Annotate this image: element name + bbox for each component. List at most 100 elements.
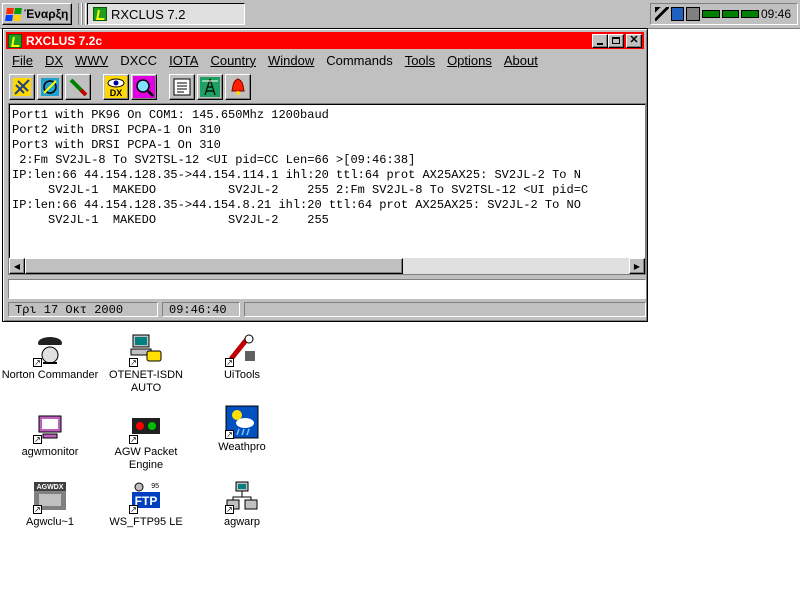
desktop-icon-norton-commander[interactable]: ↗ Norton Commander — [0, 333, 100, 382]
output-text: Port1 with PK96 On COM1: 145.650Mhz 1200… — [9, 104, 645, 228]
menu-label: WWV — [75, 52, 109, 68]
log-line: Port3 with DRSI PCPA-1 On 310 — [12, 138, 221, 152]
desktop-icon-weathpro[interactable]: ↗ Weathpro — [192, 405, 292, 454]
toolbar-tower-button[interactable] — [197, 74, 223, 100]
scroll-thumb[interactable] — [25, 258, 403, 274]
menu-label: DXCC — [120, 52, 158, 68]
rxclus-app-icon[interactable] — [8, 33, 22, 48]
desktop-icon-agwclu[interactable]: AGWDX ↗ Agwclu~1 — [0, 480, 100, 529]
status-time: 09:46:40 — [162, 302, 240, 317]
minimize-button[interactable] — [592, 33, 608, 48]
desktop-icon-ws-ftp95[interactable]: 95 FTP ↗ WS_FTP95 LE — [96, 480, 196, 529]
menu-dxcc[interactable]: DXCC — [114, 53, 163, 68]
menu-label: Country — [210, 52, 256, 68]
desktop-icon-agw-packet-engine[interactable]: ↗ AGW Packet Engine — [96, 410, 196, 472]
arrow-left-icon: ◀ — [13, 261, 21, 271]
desktop-icon-label: UiTools — [223, 369, 261, 381]
modem-tray-icon[interactable] — [721, 10, 740, 18]
menu-file[interactable]: File — [6, 53, 39, 68]
desktop-icon-label: agwarp — [223, 516, 261, 528]
status-bar: Τρι 17 Οκτ 2000 09:46:40 — [6, 302, 646, 319]
title-bar[interactable]: RXCLUS 7.2c ✕ — [6, 32, 644, 49]
scroll-right-button[interactable]: ▶ — [629, 258, 645, 274]
maximize-button[interactable] — [608, 33, 624, 48]
horizontal-scrollbar[interactable]: ◀ ▶ — [9, 258, 645, 274]
menu-wwv[interactable]: WWV — [69, 53, 114, 68]
log-line: Port2 with DRSI PCPA-1 On 310 — [12, 123, 221, 137]
output-log[interactable]: Port1 with PK96 On COM1: 145.650Mhz 1200… — [8, 103, 646, 275]
scroll-left-button[interactable]: ◀ — [9, 258, 25, 274]
log-line: SV2JL-1 MAKEDO SV2JL-2 255 2:Fm SV2JL-8 … — [12, 183, 589, 197]
status-date: Τρι 17 Οκτ 2000 — [8, 302, 158, 317]
arrow-right-icon: ▶ — [633, 261, 641, 271]
taskbar-divider — [82, 3, 86, 25]
menu-bar: File DX WWV DXCC IOTA Country Window Com… — [6, 51, 644, 69]
dx-eye-icon: DX — [105, 76, 127, 98]
menu-label: DX — [44, 52, 64, 68]
clock[interactable]: 09:46 — [761, 7, 791, 21]
bell-icon — [231, 78, 245, 95]
agwdx-icon: AGWDX ↗ — [33, 480, 67, 514]
menu-label: Window — [267, 52, 315, 68]
agwmonitor-icon: ↗ — [33, 410, 67, 444]
system-tray: 09:46 — [650, 3, 798, 25]
toolbar-dx-button[interactable]: DX — [103, 74, 129, 100]
menu-window[interactable]: Window — [262, 53, 320, 68]
taskbar-button-rxclus[interactable]: RXCLUS 7.2 — [87, 3, 245, 25]
modem-tray-icon[interactable] — [741, 10, 759, 18]
computer-tray-icon[interactable] — [686, 7, 701, 21]
menu-options[interactable]: Options — [441, 53, 498, 68]
desktop-icon-uitools[interactable]: ↗ UiTools — [192, 333, 292, 382]
desktop-icon-otenet-isdn[interactable]: ↗ OTENET-ISDN AUTO — [96, 333, 196, 395]
menu-tools[interactable]: Tools — [399, 53, 441, 68]
desktop-icon-label: OTENET-ISDN AUTO — [109, 369, 183, 394]
status-panel-empty — [244, 302, 646, 317]
svg-text:AGWDX: AGWDX — [37, 484, 64, 491]
toolbar: DX — [6, 72, 644, 102]
taskbar-button-label: RXCLUS 7.2 — [111, 6, 186, 22]
antenna-tray-icon[interactable] — [655, 7, 669, 21]
rxclus-window: RXCLUS 7.2c ✕ File DX WWV DXCC IOTA Coun… — [2, 28, 648, 322]
toolbar-alarm-button[interactable] — [225, 74, 251, 100]
toolbar-notes-button[interactable] — [169, 74, 195, 100]
menu-dx[interactable]: DX — [39, 53, 69, 68]
toolbar-tool-button[interactable] — [65, 74, 91, 100]
traffic-light-icon: ↗ — [129, 410, 163, 444]
globe-icon — [41, 78, 59, 96]
menu-iota[interactable]: IOTA — [163, 53, 204, 68]
toolbar-satellite-button[interactable] — [9, 74, 35, 100]
close-button[interactable]: ✕ — [626, 33, 642, 48]
command-input[interactable] — [8, 279, 646, 299]
desktop-icon-label: agwmonitor — [21, 446, 79, 458]
computer-phone-icon: ↗ — [129, 333, 163, 367]
svg-text:FTP: FTP — [135, 494, 158, 508]
start-button[interactable]: Έναρξη — [2, 3, 72, 25]
menu-label: IOTA — [169, 52, 199, 68]
menu-label: Options — [447, 52, 492, 68]
windows-logo-icon — [5, 7, 22, 21]
log-line: Port1 with PK96 On COM1: 145.650Mhz 1200… — [12, 108, 329, 122]
start-label: Έναρξη — [24, 7, 69, 21]
toolbar-globe-button[interactable] — [37, 74, 63, 100]
notes-icon — [173, 78, 191, 96]
rxclus-app-icon — [93, 7, 107, 21]
window-title: RXCLUS 7.2c — [26, 33, 103, 48]
log-line: 2:Fm SV2JL-8 To SV2TSL-12 <UI pid=CC Len… — [12, 153, 416, 167]
menu-commands[interactable]: Commands — [320, 53, 398, 68]
desktop-icon-agwarp[interactable]: ↗ agwarp — [192, 480, 292, 529]
log-line: IP:len:66 44.154.128.35->44.154.114.1 ih… — [12, 168, 581, 182]
toolbar-search-button[interactable] — [131, 74, 157, 100]
modem-tray-icon[interactable] — [702, 10, 720, 18]
menu-country[interactable]: Country — [204, 53, 262, 68]
desktop-icon-agwmonitor[interactable]: ↗ agwmonitor — [0, 410, 100, 459]
menu-label: About — [503, 52, 538, 68]
taskbar: Έναρξη RXCLUS 7.2 09:46 — [0, 0, 800, 29]
ftp-icon: 95 FTP ↗ — [129, 482, 160, 514]
menu-label: Tools — [404, 52, 436, 68]
network-tray-icon[interactable] — [670, 7, 685, 21]
log-line: IP:len:66 44.154.128.35->44.154.8.21 ihl… — [12, 198, 581, 212]
desktop-icon-label: AGW Packet Engine — [114, 446, 178, 471]
menu-about[interactable]: About — [498, 53, 544, 68]
menu-label: File — [12, 52, 33, 68]
desktop-icon-label: Weathpro — [218, 441, 266, 453]
